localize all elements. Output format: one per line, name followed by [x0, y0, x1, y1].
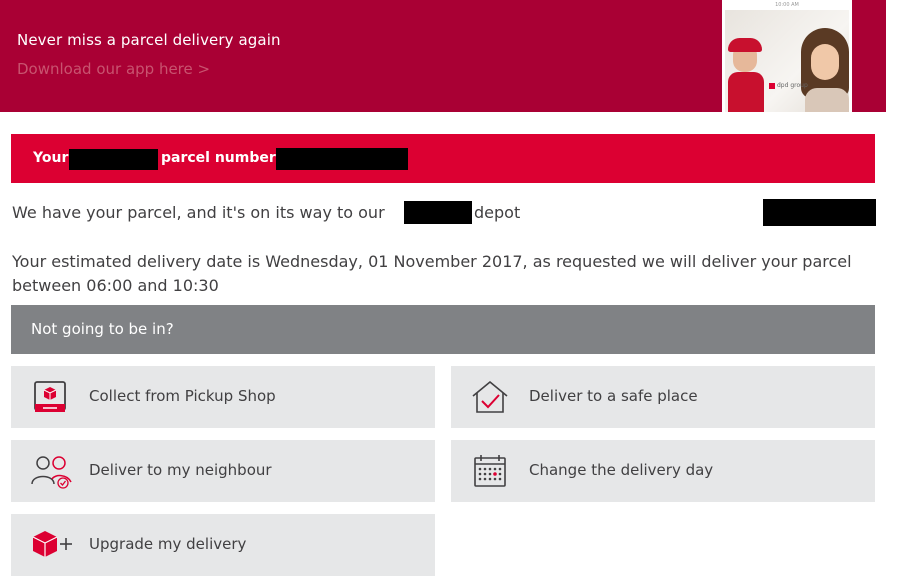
option-label: Deliver to a safe place	[529, 387, 698, 405]
redacted-depot	[404, 201, 472, 224]
phone-screen: dpd group	[725, 10, 849, 112]
parcel-header-label: parcel number	[161, 150, 276, 166]
collect-pickup-shop-button[interactable]: Collect from Pickup Shop	[11, 366, 435, 428]
redacted-parcel-number	[276, 148, 408, 170]
woman-face	[811, 44, 839, 80]
courier-cap	[728, 38, 762, 52]
change-delivery-day-button[interactable]: Change the delivery day	[451, 440, 875, 502]
parcel-header-prefix: Your	[33, 150, 69, 166]
deliver-safe-place-button[interactable]: Deliver to a safe place	[451, 366, 875, 428]
phone-status-bar: 10:00 AM	[725, 0, 849, 10]
pickup-shop-icon	[29, 378, 69, 416]
neighbour-icon	[29, 452, 72, 490]
parcel-status-text: We have your parcel, and it's on its way…	[12, 203, 385, 222]
parcel-header: Your parcel number	[11, 134, 875, 183]
safe-place-icon	[469, 378, 509, 416]
upgrade-delivery-button[interactable]: Upgrade my delivery	[11, 514, 435, 576]
banner-title: Never miss a parcel delivery again	[17, 31, 281, 49]
option-label: Collect from Pickup Shop	[89, 387, 276, 405]
not-going-to-be-in-bar: Not going to be in?	[11, 305, 875, 354]
deliver-neighbour-button[interactable]: Deliver to my neighbour	[11, 440, 435, 502]
status-text-part1: We have your parcel, and it's on its way…	[12, 203, 385, 222]
upgrade-icon	[29, 526, 72, 564]
status-text-part2: depot	[474, 203, 521, 222]
estimated-delivery-text: Your estimated delivery date is Wednesda…	[12, 252, 852, 295]
option-label: Change the delivery day	[529, 461, 714, 479]
download-app-link[interactable]: Download our app here >	[17, 60, 210, 78]
courier-figure	[728, 72, 764, 112]
redacted-block	[69, 149, 158, 170]
phone-app-logo: dpd group	[769, 82, 808, 89]
calendar-icon	[469, 452, 509, 490]
option-label: Deliver to my neighbour	[89, 461, 272, 479]
option-label: Upgrade my delivery	[89, 535, 247, 553]
redacted-block-right	[763, 199, 876, 226]
woman-body	[805, 88, 849, 112]
not-going-to-be-in-label: Not going to be in?	[31, 320, 174, 338]
phone-app-image: 10:00 AM dpd group	[722, 0, 852, 112]
